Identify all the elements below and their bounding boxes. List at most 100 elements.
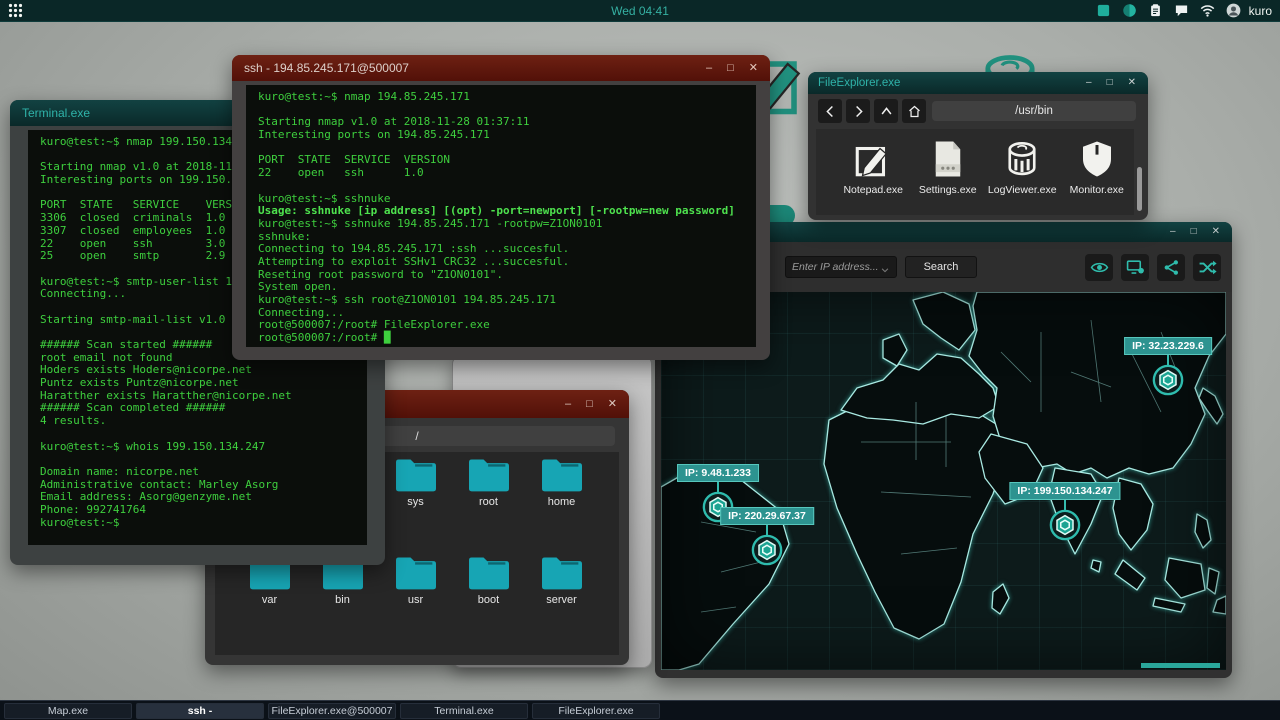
folder-item[interactable]: root — [452, 458, 525, 508]
close-button[interactable]: ✕ — [1212, 227, 1220, 237]
up-button[interactable] — [874, 99, 898, 123]
folder-item[interactable]: server — [525, 556, 598, 606]
window-title: ssh - 194.85.245.171@500007 — [244, 61, 409, 75]
notepad-icon — [852, 138, 894, 180]
terminal-line: root@500007:/root# █ — [258, 331, 391, 345]
shuffle-icon — [1198, 258, 1217, 277]
file-item[interactable]: LogViewer.exe — [985, 129, 1060, 215]
wifi-icon[interactable] — [1200, 3, 1215, 18]
folder-icon — [468, 458, 509, 492]
clipboard-icon[interactable] — [1148, 3, 1163, 18]
scrollbar[interactable] — [1137, 167, 1142, 211]
node-hexagon-icon — [1152, 364, 1184, 396]
ssh-terminal-window: ssh - 194.85.245.171@500007 – □ ✕ kuro@t… — [232, 55, 770, 360]
taskbar: Map.exe ssh - FileExplorer.exe@500007 Te… — [0, 700, 1280, 720]
map-tool-button[interactable] — [1085, 254, 1113, 281]
system-tray: kuro — [1096, 3, 1272, 18]
file-item[interactable]: Settings.exe — [911, 129, 986, 215]
taskbar-item[interactable]: Map.exe — [4, 702, 132, 719]
home-button[interactable] — [902, 99, 926, 123]
folder-item[interactable]: boot — [452, 556, 525, 606]
file-item[interactable]: Notepad.exe — [836, 129, 911, 215]
terminal-line: Usage: sshnuke [ip address] [(opt) -port… — [258, 204, 735, 218]
folder-icon — [395, 458, 436, 492]
logviewer-icon — [1001, 138, 1043, 180]
share-icon — [1162, 258, 1181, 277]
folder-icon — [541, 556, 582, 590]
folder-name: bin — [335, 594, 350, 606]
map-tool-button[interactable] — [1193, 254, 1221, 281]
node-hexagon-icon — [1049, 509, 1081, 541]
close-button[interactable]: ✕ — [749, 62, 758, 74]
ssh-terminal-screen[interactable]: kuro@test:~$ nmap 194.85.245.171 Starting… — [246, 85, 756, 347]
folder-name: sys — [407, 496, 424, 508]
back-button[interactable] — [818, 99, 842, 123]
map-horizontal-scrollbar[interactable] — [1141, 663, 1221, 668]
ssh-titlebar[interactable]: ssh - 194.85.245.171@500007 – □ ✕ — [232, 55, 770, 81]
ip-label: IP: 220.29.67.37 — [720, 507, 814, 525]
maximize-button[interactable]: □ — [727, 62, 734, 74]
maximize-button[interactable]: □ — [1191, 227, 1197, 237]
minimize-button[interactable]: – — [706, 62, 712, 74]
app-circle-icon[interactable] — [1122, 3, 1137, 18]
avatar[interactable] — [1226, 3, 1241, 18]
folder-name: boot — [477, 594, 500, 606]
terminal-line: kuro@test:~$ ssh root@Z1ON0101 194.85.24… — [258, 293, 557, 306]
minimize-button[interactable]: – — [565, 398, 571, 410]
taskbar-item[interactable]: ssh - — [136, 702, 264, 719]
folder-icon — [395, 556, 436, 590]
minimize-button[interactable]: – — [1170, 227, 1176, 237]
minimize-button[interactable]: – — [1086, 78, 1092, 88]
remote-explorer-titlebar[interactable]: FileExplorer.exe – □ ✕ — [808, 72, 1148, 94]
terminal-line: Phone: 992741764 — [40, 502, 146, 516]
close-button[interactable]: ✕ — [608, 398, 617, 410]
node-hexagon-icon — [751, 534, 783, 566]
monitor-icon — [1076, 138, 1118, 180]
ip-input-placeholder: Enter IP address... — [792, 261, 879, 273]
terminal-line: 4 results. — [40, 414, 107, 428]
terminal-line: 22 open ssh 1.0 — [258, 166, 424, 180]
maximize-button[interactable]: □ — [586, 398, 593, 410]
ip-label: IP: 199.150.134.247 — [1009, 482, 1121, 500]
app-grid-icon[interactable] — [8, 3, 23, 18]
search-button[interactable]: Search — [905, 256, 977, 278]
map-tool-button[interactable] — [1121, 254, 1149, 281]
file-name: Monitor.exe — [1069, 184, 1124, 196]
folder-item[interactable]: home — [525, 458, 598, 508]
ip-address-input[interactable]: Enter IP address... — [785, 256, 897, 278]
app-square-icon[interactable] — [1096, 3, 1111, 18]
terminal-line: kuro@test:~$ whois 199.150.134.247 — [40, 439, 266, 453]
folder-item[interactable]: sys — [379, 458, 452, 508]
address-bar[interactable]: /usr/bin — [932, 101, 1136, 121]
folder-name: server — [546, 594, 577, 606]
forward-button[interactable] — [846, 99, 870, 123]
username: kuro — [1248, 3, 1272, 18]
remote-desktop-icon — [1126, 258, 1145, 277]
close-button[interactable]: ✕ — [1128, 78, 1136, 88]
file-name: LogViewer.exe — [987, 184, 1057, 196]
file-item[interactable]: Monitor.exe — [1060, 129, 1135, 215]
chat-icon[interactable] — [1174, 3, 1189, 18]
map-tool-button[interactable] — [1157, 254, 1185, 281]
folder-icon — [541, 458, 582, 492]
clock: Wed 04:41 — [611, 3, 669, 18]
terminal-line: Attempting to exploit SSHv1 CRC32 ...suc… — [258, 254, 570, 268]
folder-name: root — [479, 496, 498, 508]
maximize-button[interactable]: □ — [1107, 78, 1113, 88]
settings-icon — [927, 138, 969, 180]
folder-name: usr — [407, 594, 424, 606]
terminal-line: kuro@test:~$ — [40, 515, 120, 529]
top-menu-bar: Wed 04:41 kuro — [0, 0, 1280, 22]
remote-file-explorer-window: FileExplorer.exe – □ ✕ /usr/bin Notepad.… — [808, 72, 1148, 220]
taskbar-item[interactable]: FileExplorer.exe@500007 — [268, 702, 396, 719]
map-tool-buttons — [1085, 254, 1221, 281]
window-title: FileExplorer.exe — [818, 77, 901, 89]
taskbar-item[interactable]: FileExplorer.exe — [532, 702, 660, 719]
folder-name: var — [261, 594, 278, 606]
folder-item[interactable]: usr — [379, 556, 452, 606]
file-name: Notepad.exe — [843, 184, 904, 196]
taskbar-item[interactable]: Terminal.exe — [400, 702, 528, 719]
